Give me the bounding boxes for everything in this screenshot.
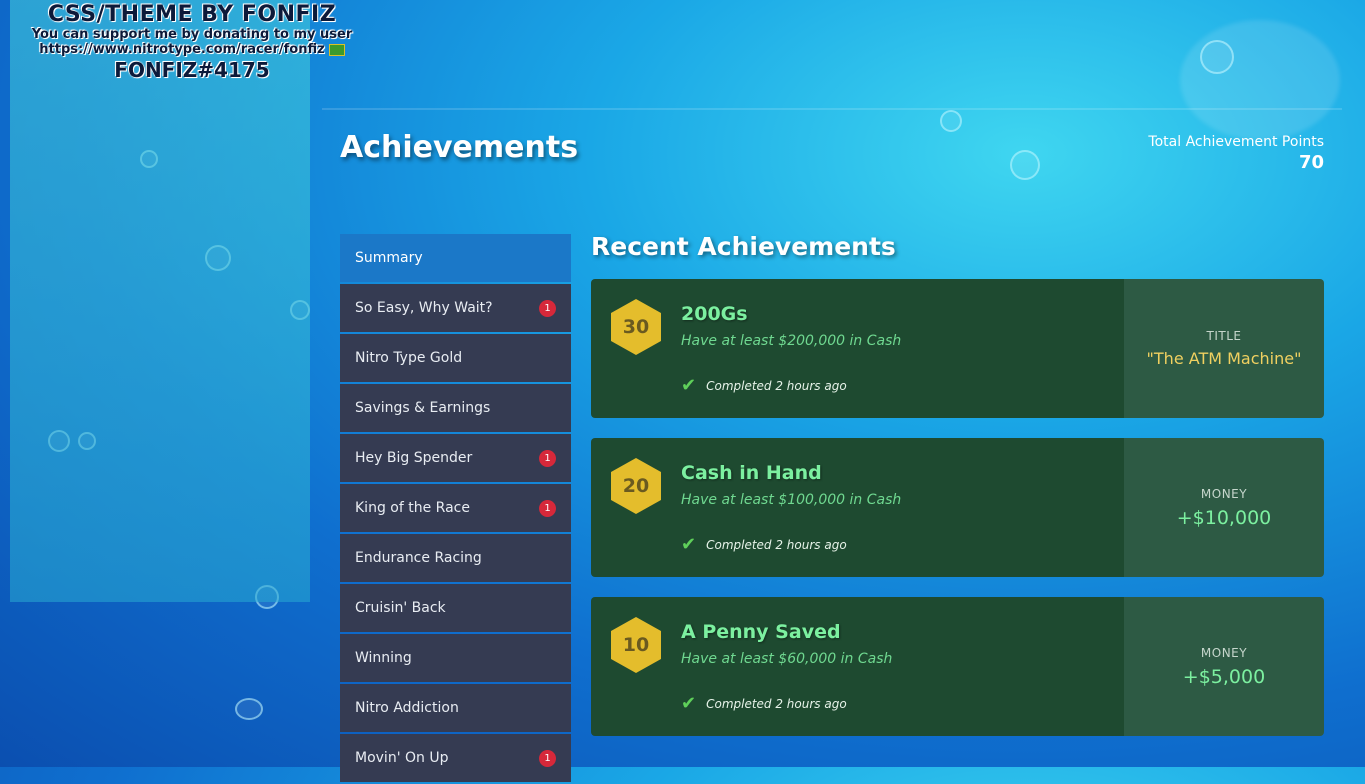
category-label: Movin' On Up [355, 750, 449, 766]
completion-status: ✔ Completed 2 hours ago [681, 375, 847, 396]
category-label: King of the Race [355, 500, 470, 516]
reward-value: +$10,000 [1176, 506, 1272, 529]
banner-link: https://www.nitrotype.com/racer/fonfiz [39, 42, 325, 57]
category-label: Nitro Type Gold [355, 350, 463, 366]
achievement-card: 30 200Gs Have at least $200,000 in Cash … [591, 279, 1324, 418]
completion-status: ✔ Completed 2 hours ago [681, 693, 847, 714]
achievement-description: Have at least $100,000 in Cash [681, 492, 902, 508]
achievement-details: 30 200Gs Have at least $200,000 in Cash … [591, 279, 1124, 418]
achievement-reward: MONEY +$10,000 [1124, 438, 1324, 577]
achievement-details: 10 A Penny Saved Have at least $60,000 i… [591, 597, 1124, 736]
points-hexagon: 10 [611, 617, 661, 673]
achievement-reward: TITLE "The ATM Machine" [1124, 279, 1324, 418]
total-points-value: 70 [1298, 152, 1324, 173]
points-hexagon: 20 [611, 458, 661, 514]
check-icon: ✔ [681, 534, 697, 555]
category-label: Savings & Earnings [355, 400, 491, 416]
category-nitro-type-gold[interactable]: Nitro Type Gold [340, 334, 571, 382]
achievement-name: 200Gs [681, 303, 748, 325]
page-title: Achievements [340, 130, 579, 165]
category-king-of-the-race[interactable]: King of the Race 1 [340, 484, 571, 532]
check-icon: ✔ [681, 693, 697, 714]
achievement-reward: MONEY +$5,000 [1124, 597, 1324, 736]
category-label: Endurance Racing [355, 550, 482, 566]
achievement-description: Have at least $200,000 in Cash [681, 333, 902, 349]
category-label: Cruisin' Back [355, 600, 446, 616]
category-endurance-racing[interactable]: Endurance Racing [340, 534, 571, 582]
reward-type: MONEY [1200, 486, 1248, 501]
total-points: Total Achievement Points 70 [1148, 134, 1324, 173]
cash-icon [328, 43, 345, 56]
notification-badge: 1 [539, 749, 556, 767]
reward-value: "The ATM Machine" [1146, 349, 1302, 368]
completion-status: ✔ Completed 2 hours ago [681, 534, 847, 555]
achievement-description: Have at least $60,000 in Cash [681, 651, 893, 667]
completion-text: Completed 2 hours ago [706, 378, 847, 393]
side-panel [10, 0, 310, 602]
theme-banner: CSS/THEME BY FONFIZ You can support me b… [8, 2, 376, 88]
category-list: Summary So Easy, Why Wait? 1 Nitro Type … [340, 234, 571, 784]
category-so-easy-why-wait[interactable]: So Easy, Why Wait? 1 [340, 284, 571, 332]
category-label: Summary [355, 250, 423, 266]
achievement-card: 10 A Penny Saved Have at least $60,000 i… [591, 597, 1324, 736]
reward-value: +$5,000 [1182, 665, 1266, 688]
recent-achievements-title: Recent Achievements [591, 232, 896, 261]
category-label: Nitro Addiction [355, 700, 459, 716]
category-hey-big-spender[interactable]: Hey Big Spender 1 [340, 434, 571, 482]
reward-type: MONEY [1200, 645, 1248, 660]
category-nitro-addiction[interactable]: Nitro Addiction [340, 684, 571, 732]
banner-line-4: FONFIZ#4175 [114, 58, 270, 82]
header-divider [322, 108, 1342, 110]
achievement-details: 20 Cash in Hand Have at least $100,000 i… [591, 438, 1124, 577]
reward-type: TITLE [1206, 329, 1242, 343]
banner-line-1: CSS/THEME BY FONFIZ [47, 2, 337, 27]
banner-line-2: You can support me by donating to my use… [31, 27, 353, 42]
check-icon: ✔ [681, 375, 697, 396]
total-points-label: Total Achievement Points [1148, 134, 1324, 150]
category-label: Winning [355, 650, 412, 666]
category-label: So Easy, Why Wait? [355, 300, 493, 316]
achievement-name: Cash in Hand [681, 462, 822, 484]
achievement-name: A Penny Saved [681, 621, 841, 643]
achievement-card: 20 Cash in Hand Have at least $100,000 i… [591, 438, 1324, 577]
notification-badge: 1 [539, 449, 556, 467]
category-summary[interactable]: Summary [340, 234, 571, 282]
completion-text: Completed 2 hours ago [706, 537, 847, 552]
completion-text: Completed 2 hours ago [706, 696, 847, 711]
category-label: Hey Big Spender [355, 450, 473, 466]
notification-badge: 1 [539, 499, 556, 517]
points-hexagon: 30 [611, 299, 661, 355]
banner-line-3: https://www.nitrotype.com/racer/fonfiz [8, 42, 376, 57]
notification-badge: 1 [539, 299, 556, 317]
category-savings-earnings[interactable]: Savings & Earnings [340, 384, 571, 432]
category-winning[interactable]: Winning [340, 634, 571, 682]
category-cruisin-back[interactable]: Cruisin' Back [340, 584, 571, 632]
category-movin-on-up[interactable]: Movin' On Up 1 [340, 734, 571, 782]
